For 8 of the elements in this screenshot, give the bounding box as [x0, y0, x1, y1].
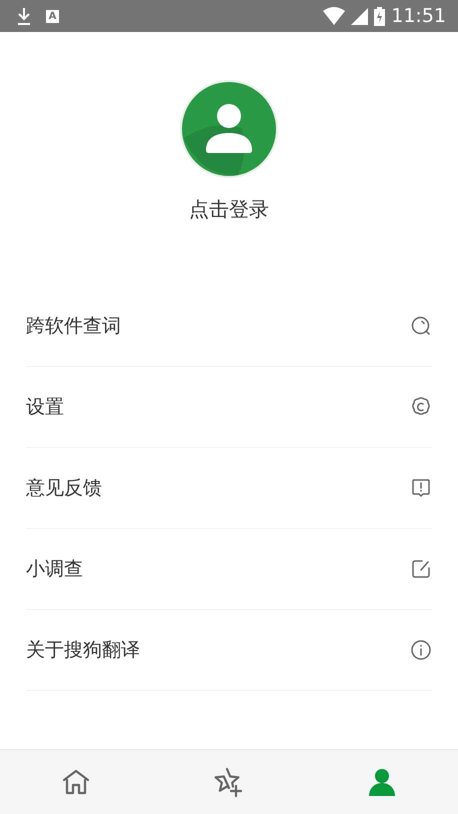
menu-item[interactable]: 跨软件查词	[26, 313, 121, 339]
keyboard-icon: A	[46, 10, 59, 22]
menu-item[interactable]: 意见反馈	[26, 475, 102, 501]
menu-item[interactable]: 关于搜狗翻译	[26, 637, 140, 663]
status-time: 11:51	[391, 5, 446, 27]
menu-item[interactable]: 小调查	[26, 556, 83, 582]
login-link[interactable]: 点击登录	[189, 196, 269, 223]
menu-item[interactable]: 设置	[26, 394, 64, 420]
